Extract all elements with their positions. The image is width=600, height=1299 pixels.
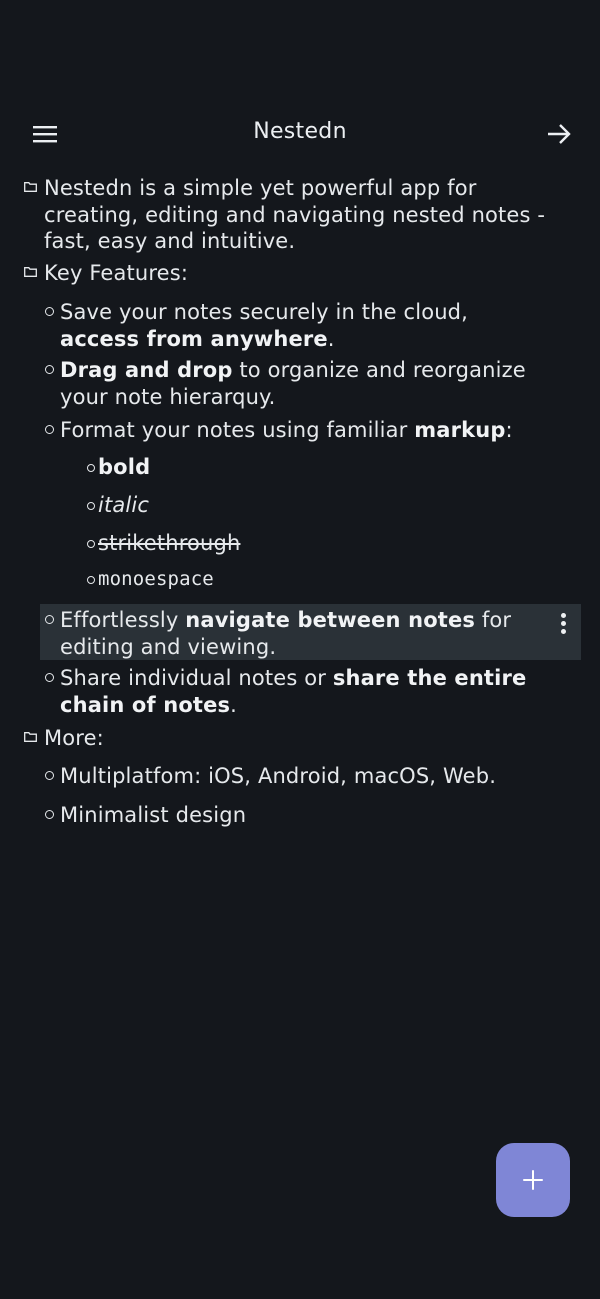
plus-icon	[532, 1170, 534, 1190]
hamburger-menu-icon	[33, 126, 57, 143]
note-item-more[interactable]: More:	[24, 725, 564, 752]
note-text: Save your notes securely in the cloud, a…	[60, 300, 468, 351]
note-text: Key Features:	[44, 261, 189, 285]
note-text: italic	[98, 493, 150, 517]
vertical-dots-icon	[561, 621, 566, 626]
menu-button[interactable]	[30, 120, 60, 148]
app-bar: Nestedn	[0, 108, 600, 160]
vertical-dots-icon	[561, 613, 566, 618]
page-title: Nestedn	[253, 119, 347, 144]
note-item-key-features[interactable]: Key Features:	[24, 260, 564, 287]
note-item-navigate[interactable]: Effortlessly navigate between notes for …	[44, 607, 534, 660]
note-text: Format your notes using familiar markup:	[60, 418, 513, 442]
note-text: Multiplatfom: iOS, Android, macOS, Web.	[60, 764, 497, 788]
note-item-multiplatform[interactable]: Multiplatfom: iOS, Android, macOS, Web.	[44, 763, 554, 790]
note-item-bold[interactable]: bold	[86, 454, 486, 481]
note-item-strikethrough[interactable]: strikethrough	[86, 530, 486, 557]
note-text: More:	[44, 726, 104, 750]
note-item-minimalist[interactable]: Minimalist design	[44, 802, 554, 829]
note-text: strikethrough	[98, 531, 241, 555]
note-item-intro[interactable]: Nestedn is a simple yet powerful app for…	[24, 175, 564, 255]
note-item-format[interactable]: Format your notes using familiar markup:	[44, 417, 554, 444]
forward-button[interactable]	[544, 120, 574, 148]
vertical-dots-icon	[561, 629, 566, 634]
note-text: Drag and drop to organize and reorganize…	[60, 358, 526, 409]
more-options-button[interactable]	[554, 610, 574, 636]
add-note-button[interactable]	[496, 1143, 570, 1217]
note-text: bold	[98, 455, 151, 479]
note-text: Nestedn is a simple yet powerful app for…	[44, 176, 546, 253]
note-text: Effortlessly navigate between notes for …	[60, 608, 512, 659]
note-text: monoespace	[98, 568, 214, 590]
note-item-drag-drop[interactable]: Drag and drop to organize and reorganize…	[44, 357, 554, 410]
note-item-cloud[interactable]: Save your notes securely in the cloud, a…	[44, 299, 554, 352]
note-text: Minimalist design	[60, 803, 247, 827]
note-text: Share individual notes or share the enti…	[60, 666, 527, 717]
note-item-italic[interactable]: italic	[86, 492, 486, 519]
arrow-right-icon	[548, 124, 571, 144]
note-item-share[interactable]: Share individual notes or share the enti…	[44, 665, 554, 718]
note-item-monospace[interactable]: monoespace	[86, 566, 486, 593]
